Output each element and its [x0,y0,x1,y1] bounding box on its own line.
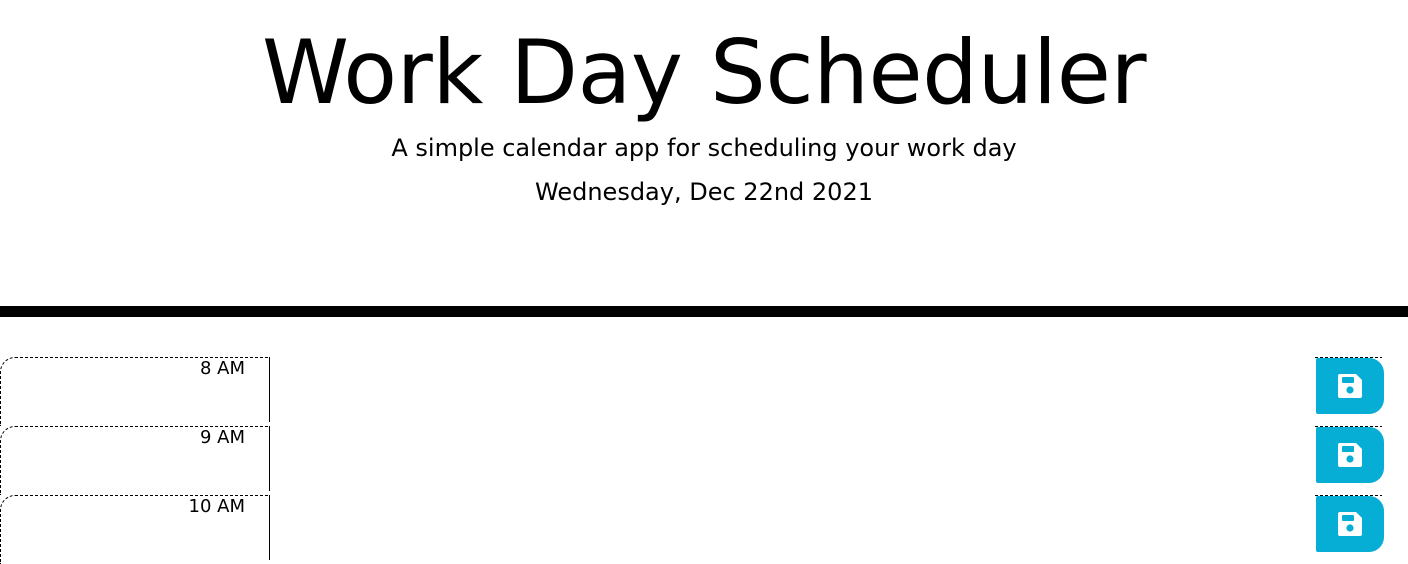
time-block-row: 10 AM [0,495,1408,564]
save-button[interactable] [1316,427,1384,483]
event-description-input[interactable] [269,357,1315,422]
time-block-row: 9 AM [0,426,1408,495]
hour-label: 9 AM [199,427,245,448]
hour-label: 8 AM [199,358,245,379]
floppy-disk-icon [1338,443,1362,467]
hour-label: 10 AM [188,496,245,517]
header-divider [0,306,1408,317]
schedule-container: 8 AM 9 AM 10 AM [0,357,1408,564]
page-title: Work Day Scheduler [261,21,1147,124]
save-button[interactable] [1316,496,1384,552]
time-block-row: 8 AM [0,357,1408,426]
save-button[interactable] [1316,358,1384,414]
event-description-input[interactable] [269,495,1315,560]
current-day: Wednesday, Dec 22nd 2021 [535,178,873,206]
event-description-input[interactable] [269,426,1315,491]
page-subtitle: A simple calendar app for scheduling you… [391,134,1017,162]
floppy-disk-icon [1338,374,1362,398]
header: Work Day Scheduler A simple calendar app… [0,0,1408,306]
floppy-disk-icon [1338,512,1362,536]
